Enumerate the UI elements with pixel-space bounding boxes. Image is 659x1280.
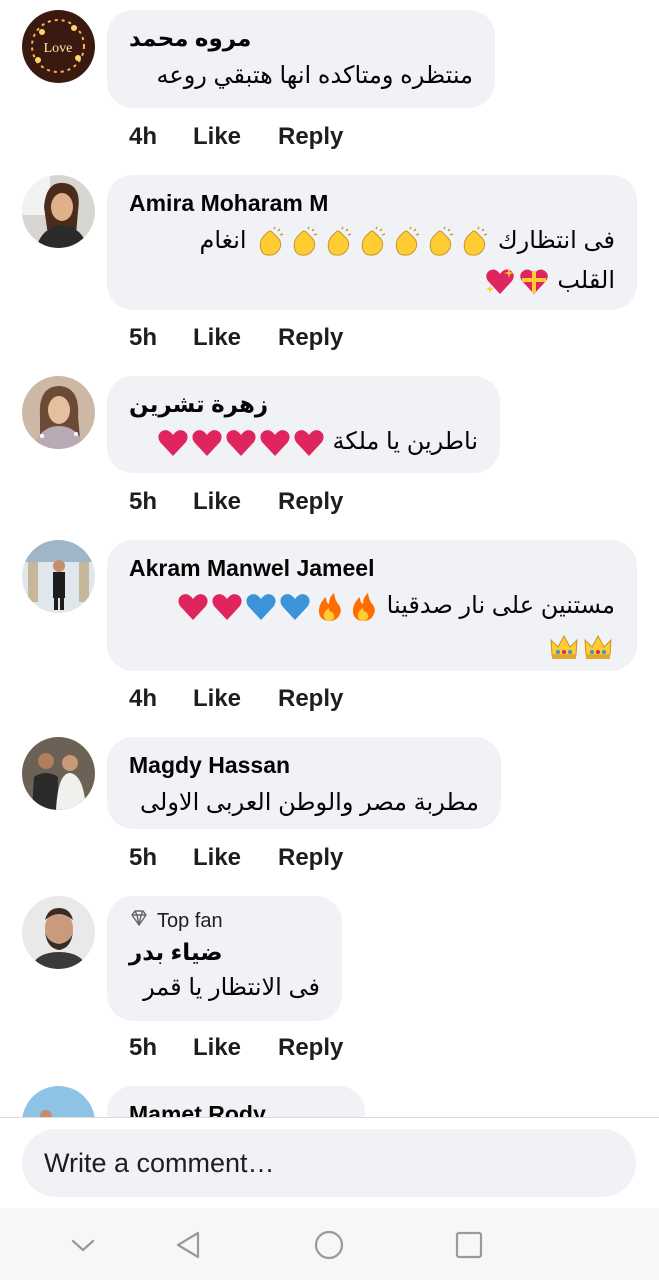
fire-icon xyxy=(347,591,379,623)
reply-button[interactable]: Reply xyxy=(278,324,343,352)
comment-author[interactable]: زهرة تشرين xyxy=(129,390,478,418)
red-heart-icon xyxy=(191,427,223,459)
comment-author[interactable]: Magdy Hassan xyxy=(129,751,479,779)
comment-text-line: فى انتظارك انغام xyxy=(129,221,615,261)
clapping-hands-icon xyxy=(254,226,286,258)
crown-icon xyxy=(582,631,614,663)
fire-icon xyxy=(313,591,345,623)
crown-icon xyxy=(548,631,580,663)
red-heart-icon xyxy=(293,427,325,459)
comment-bubble: Mamet Rody xyxy=(107,1086,365,1117)
svg-text:Love: Love xyxy=(44,41,73,56)
comment-composer-bar: Write a comment… xyxy=(0,1117,659,1208)
like-button[interactable]: Like xyxy=(193,1034,241,1062)
comment-bubble: Magdy Hassan مطربة مصر والوطن العربى الا… xyxy=(107,737,501,829)
comment-text-line: فى الانتظار يا قمر xyxy=(143,974,320,1001)
comment-bubble: مروه محمد منتظره ومتاكده انها هتبقي روعه xyxy=(107,10,495,108)
comment-text: مطربة مصر والوطن العربى الاولى xyxy=(129,783,479,823)
comment-time[interactable]: 4h xyxy=(129,685,157,713)
like-button[interactable]: Like xyxy=(193,685,241,713)
clapping-hands-icon xyxy=(322,226,354,258)
comment-author[interactable]: مروه محمد xyxy=(129,24,473,52)
reply-button[interactable]: Reply xyxy=(278,123,343,151)
like-button[interactable]: Like xyxy=(193,324,241,352)
red-heart-icon xyxy=(157,427,189,459)
chevron-down-icon[interactable] xyxy=(66,1228,100,1262)
avatar[interactable] xyxy=(22,1086,95,1117)
avatar[interactable] xyxy=(22,376,95,449)
comment-bubble: Top fan ضياء بدر فى الانتظار يا قمر xyxy=(107,896,342,1021)
avatar[interactable] xyxy=(22,540,95,613)
avatar[interactable]: Love xyxy=(22,10,95,83)
like-button[interactable]: Like xyxy=(193,488,241,516)
clapping-hands-icon xyxy=(288,226,320,258)
comment-text: مستنين على نار صدقينا xyxy=(129,586,615,666)
comment-text-line: القلب xyxy=(129,261,615,301)
blue-heart-icon xyxy=(245,591,277,623)
like-button[interactable]: Like xyxy=(193,844,241,872)
comment-input[interactable]: Write a comment… xyxy=(22,1129,636,1197)
home-circle-icon[interactable] xyxy=(312,1228,346,1262)
comment-time[interactable]: 5h xyxy=(129,844,157,872)
comment-text: ناطرين يا ملكة xyxy=(129,422,478,462)
clapping-hands-icon xyxy=(356,226,388,258)
blue-heart-icon xyxy=(279,591,311,623)
comment-text-line: مطربة مصر والوطن العربى الاولى xyxy=(140,789,479,816)
comment-text: فى انتظارك انغام القلب xyxy=(129,221,615,301)
back-triangle-icon[interactable] xyxy=(171,1228,205,1262)
top-fan-label: Top fan xyxy=(157,910,223,932)
comment-text-line xyxy=(129,626,615,666)
comment-bubble: زهرة تشرين ناطرين يا ملكة xyxy=(107,376,500,473)
red-heart-icon xyxy=(225,427,257,459)
comments-list: Love مروه محمد منتظره ومتاكده انها هتبقي… xyxy=(0,0,659,1117)
comment-text-line: منتظره ومتاكده انها هتبقي روعه xyxy=(156,62,474,89)
red-heart-icon xyxy=(177,591,209,623)
avatar[interactable] xyxy=(22,737,95,810)
red-heart-icon xyxy=(259,427,291,459)
comment-time[interactable]: 5h xyxy=(129,324,157,352)
clapping-hands-icon xyxy=(390,226,422,258)
like-button[interactable]: Like xyxy=(193,123,241,151)
comment-text-line: مستنين على نار صدقينا xyxy=(129,586,615,626)
sparkling-heart-icon xyxy=(484,266,516,298)
comment-author[interactable]: Akram Manwel Jameel xyxy=(129,554,615,582)
reply-button[interactable]: Reply xyxy=(278,685,343,713)
comment-author[interactable]: ضياء بدر xyxy=(129,938,320,966)
comment-time[interactable]: 5h xyxy=(129,1034,157,1062)
clapping-hands-icon xyxy=(424,226,456,258)
comment-author[interactable]: Amira Moharam M xyxy=(129,189,615,217)
clapping-hands-icon xyxy=(458,226,490,258)
comment-text: منتظره ومتاكده انها هتبقي روعه xyxy=(129,56,474,96)
comment-author[interactable]: Mamet Rody xyxy=(129,1100,343,1117)
top-fan-badge: Top fan xyxy=(129,908,320,934)
heart-ribbon-icon xyxy=(518,266,550,298)
red-heart-icon xyxy=(211,591,243,623)
comment-text-line: ناطرين يا ملكة xyxy=(129,422,478,462)
avatar[interactable] xyxy=(22,896,95,969)
comment-bubble: Amira Moharam M فى انتظارك انغام القلب xyxy=(107,175,637,310)
reply-button[interactable]: Reply xyxy=(278,488,343,516)
comment-time[interactable]: 4h xyxy=(129,123,157,151)
recent-apps-square-icon[interactable] xyxy=(452,1228,486,1262)
diamond-icon xyxy=(129,908,149,934)
comment-bubble: Akram Manwel Jameel مستنين على نار صدقين… xyxy=(107,540,637,671)
comment-text: فى الانتظار يا قمر xyxy=(129,968,320,1008)
system-navigation-bar xyxy=(0,1208,659,1280)
reply-button[interactable]: Reply xyxy=(278,1034,343,1062)
comment-time[interactable]: 5h xyxy=(129,488,157,516)
reply-button[interactable]: Reply xyxy=(278,844,343,872)
avatar[interactable] xyxy=(22,175,95,248)
